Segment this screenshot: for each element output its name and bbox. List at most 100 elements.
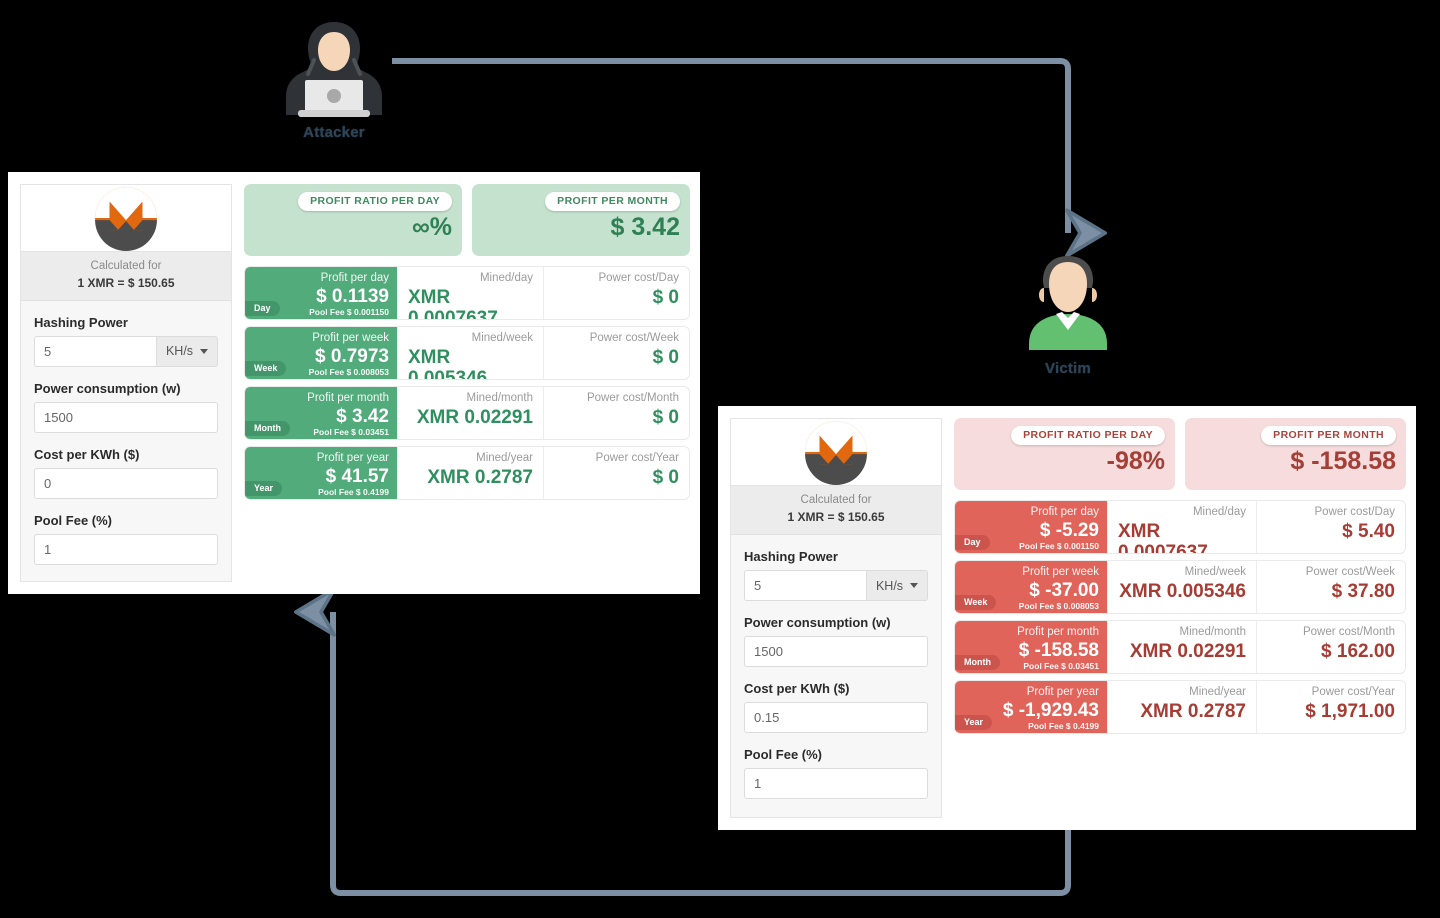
kpi-profit-ratio-per-day: PROFIT RATIO PER DAY ∞%: [244, 184, 462, 256]
profit-cell: Profit per day $ -5.29 Pool Fee $ 0.0011…: [955, 501, 1107, 553]
chevron-down-icon: [910, 583, 919, 588]
victim-calculator-panel: Calculated for 1 XMR = $ 150.65 Hashing …: [718, 406, 1416, 830]
mined-value: XMR 0.02291: [416, 406, 533, 428]
profit-value: $ 0.1139: [316, 285, 389, 307]
power-cost-value: $ 37.80: [1331, 580, 1395, 602]
profit-value: $ 41.57: [325, 465, 389, 487]
diagram-canvas: Attacker Victim Calculated for 1 XMR = $…: [0, 0, 1440, 918]
profit-label: Profit per day: [1030, 506, 1099, 518]
profit-value: $ -5.29: [1039, 519, 1099, 541]
period-tag: Day: [245, 301, 280, 316]
kpi-profit-per-month: PROFIT PER MONTH $ -158.58: [1185, 418, 1406, 490]
cost-per-kwh-label: Cost per KWh ($): [744, 681, 850, 696]
hooded-attacker-icon: [280, 12, 388, 120]
power-cost-cell: Power cost/Week $ 37.80: [1256, 561, 1405, 613]
actor-attacker: Attacker: [280, 12, 388, 141]
power-cost-cell: Power cost/Day $ 5.40: [1256, 501, 1405, 553]
hashing-unit-select[interactable]: KH/s: [866, 570, 928, 601]
table-row: Profit per year $ -1,929.43 Pool Fee $ 0…: [954, 680, 1406, 734]
power-cost-label: Power cost/Year: [1311, 686, 1395, 698]
kpi-value: ∞%: [411, 213, 452, 241]
profit-cell: Profit per week $ 0.7973 Pool Fee $ 0.00…: [245, 327, 397, 379]
table-row: Profit per day $ -5.29 Pool Fee $ 0.0011…: [954, 500, 1406, 554]
pool-fee-value: Pool Fee $ 0.001150: [1019, 541, 1099, 552]
power-cost-value: $ 0: [652, 406, 679, 428]
pool-fee-input[interactable]: [34, 533, 218, 565]
profit-label: Profit per month: [307, 392, 389, 404]
victim-label: Victim: [1045, 360, 1091, 377]
power-consumption-label: Power consumption (w): [744, 615, 891, 630]
power-cost-label: Power cost/Day: [1314, 506, 1395, 518]
table-row: Profit per month $ -158.58 Pool Fee $ 0.…: [954, 620, 1406, 674]
victim-person-icon: [1014, 248, 1122, 356]
pool-fee-input[interactable]: [744, 768, 928, 799]
profit-cell: Profit per year $ 41.57 Pool Fee $ 0.419…: [245, 447, 397, 499]
kpi-title: PROFIT RATIO PER DAY: [298, 192, 452, 211]
power-cost-label: Power cost/Month: [1302, 626, 1395, 638]
period-tag: Year: [955, 715, 993, 730]
kpi-value: $ -158.58: [1290, 447, 1396, 475]
hashing-power-label: Hashing Power: [744, 549, 838, 564]
period-tag: Month: [955, 655, 1000, 670]
mined-cell: Mined/month XMR 0.02291: [1107, 621, 1256, 673]
profit-cell: Profit per month $ -158.58 Pool Fee $ 0.…: [955, 621, 1107, 673]
power-consumption-input[interactable]: [744, 636, 928, 667]
profit-cell: Profit per year $ -1,929.43 Pool Fee $ 0…: [955, 681, 1107, 733]
power-cost-value: $ 1,971.00: [1305, 700, 1395, 722]
kpi-title: PROFIT RATIO PER DAY: [1011, 426, 1165, 445]
xmr-rate: 1 XMR = $ 150.65: [77, 275, 175, 290]
power-consumption-label: Power consumption (w): [34, 380, 181, 396]
profit-value: $ 0.7973: [315, 345, 389, 367]
hashing-power-input[interactable]: [744, 570, 866, 601]
table-row: Profit per day $ 0.1139 Pool Fee $ 0.001…: [244, 266, 690, 320]
mined-label: Mined/week: [1184, 566, 1246, 578]
kpi-value: $ 3.42: [610, 213, 680, 241]
mined-value: XMR 0.0007637: [1118, 520, 1208, 554]
power-cost-label: Power cost/Week: [1305, 566, 1395, 578]
mined-cell: Mined/year XMR 0.2787: [397, 447, 543, 499]
hashing-unit-select[interactable]: KH/s: [156, 335, 218, 367]
attacker-kpi-row: PROFIT RATIO PER DAY ∞% PROFIT PER MONTH…: [244, 184, 690, 256]
monero-logo-icon: [731, 419, 941, 487]
mined-value: XMR 0.005346: [408, 346, 488, 380]
table-row: Profit per week $ 0.7973 Pool Fee $ 0.00…: [244, 326, 690, 380]
attacker-label: Attacker: [303, 124, 365, 141]
mined-cell: Mined/day XMR 0.0007637: [397, 267, 543, 319]
power-cost-label: Power cost/Month: [586, 392, 679, 404]
mined-value: XMR 0.02291: [1129, 640, 1246, 662]
table-row: Profit per week $ -37.00 Pool Fee $ 0.00…: [954, 560, 1406, 614]
power-consumption-input[interactable]: [34, 401, 218, 433]
profit-label: Profit per week: [312, 332, 389, 344]
mined-label: Mined/year: [476, 452, 533, 464]
cost-per-kwh-input[interactable]: [744, 702, 928, 733]
period-tag: Month: [245, 421, 290, 436]
mined-cell: Mined/week XMR 0.005346: [397, 327, 543, 379]
power-cost-cell: Power cost/Year $ 1,971.00: [1256, 681, 1405, 733]
calculated-for-label: Calculated for: [90, 260, 162, 272]
attacker-calculator-panel: Calculated for 1 XMR = $ 150.65 Hashing …: [8, 172, 700, 594]
pool-fee-label: Pool Fee (%): [744, 747, 823, 762]
power-cost-label: Power cost/Year: [595, 452, 679, 464]
kpi-title: PROFIT PER MONTH: [1261, 426, 1396, 445]
kpi-profit-per-month: PROFIT PER MONTH $ 3.42: [472, 184, 690, 256]
hashing-unit-value: KH/s: [875, 578, 904, 593]
period-tag: Year: [245, 481, 283, 496]
pool-fee-value: Pool Fee $ 0.4199: [318, 487, 389, 498]
kpi-profit-ratio-per-day: PROFIT RATIO PER DAY -98%: [954, 418, 1175, 490]
profit-value: $ -158.58: [1018, 639, 1099, 661]
kpi-title: PROFIT PER MONTH: [545, 192, 680, 211]
hashing-power-input[interactable]: [34, 335, 156, 367]
mined-label: Mined/month: [1179, 626, 1246, 638]
table-row: Profit per month $ 3.42 Pool Fee $ 0.034…: [244, 386, 690, 440]
period-tag: Week: [955, 595, 997, 610]
mined-label: Mined/month: [466, 392, 533, 404]
pool-fee-value: Pool Fee $ 0.008053: [308, 367, 389, 378]
power-cost-value: $ 0: [652, 346, 679, 368]
power-cost-cell: Power cost/Month $ 162.00: [1256, 621, 1405, 673]
mined-value: XMR 0.2787: [427, 466, 533, 488]
mined-label: Mined/day: [479, 272, 533, 284]
mined-cell: Mined/day XMR 0.0007637: [1107, 501, 1256, 553]
power-cost-value: $ 0: [652, 466, 679, 488]
power-cost-label: Power cost/Day: [598, 272, 679, 284]
cost-per-kwh-input[interactable]: [34, 467, 218, 499]
